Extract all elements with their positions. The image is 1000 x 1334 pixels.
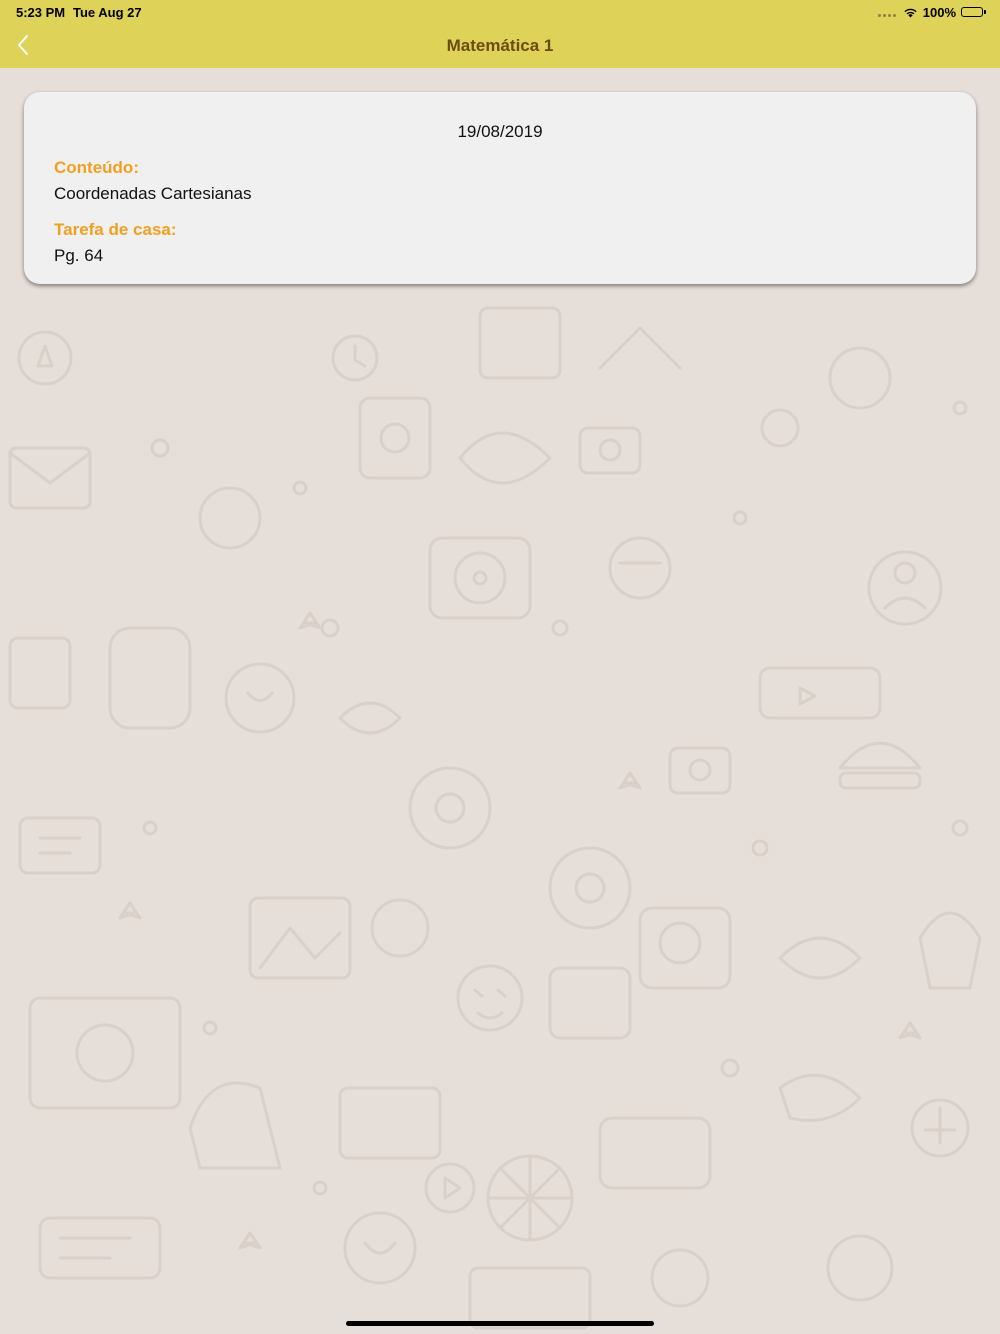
status-time: 5:23 PM [16,5,66,20]
battery-icon [961,7,986,17]
wifi-icon [903,7,918,18]
homework-value: Pg. 64 [54,246,104,265]
content-label: Conteúdo: [54,158,139,177]
status-indicators: 100% [877,4,986,20]
top-bar: 5:23 PM Tue Aug 27 100% Matemática 1 [0,0,1000,68]
status-bar: 5:23 PM Tue Aug 27 100% [0,0,1000,24]
home-indicator[interactable] [346,1321,654,1326]
battery-percentage: 100% [922,4,956,20]
status-date: Tue Aug 27 [73,5,142,20]
lesson-date: 19/08/2019 [457,122,543,141]
cellular-signal-icon [877,7,896,17]
content-value: Coordenadas Cartesianas [54,184,252,203]
homework-label: Tarefa de casa: [54,220,177,239]
lesson-card[interactable]: 19/08/2019 Conteúdo: Coordenadas Cartesi… [24,92,976,284]
page-title: Matemática 1 [446,36,554,55]
navigation-bar: Matemática 1 [0,24,1000,68]
